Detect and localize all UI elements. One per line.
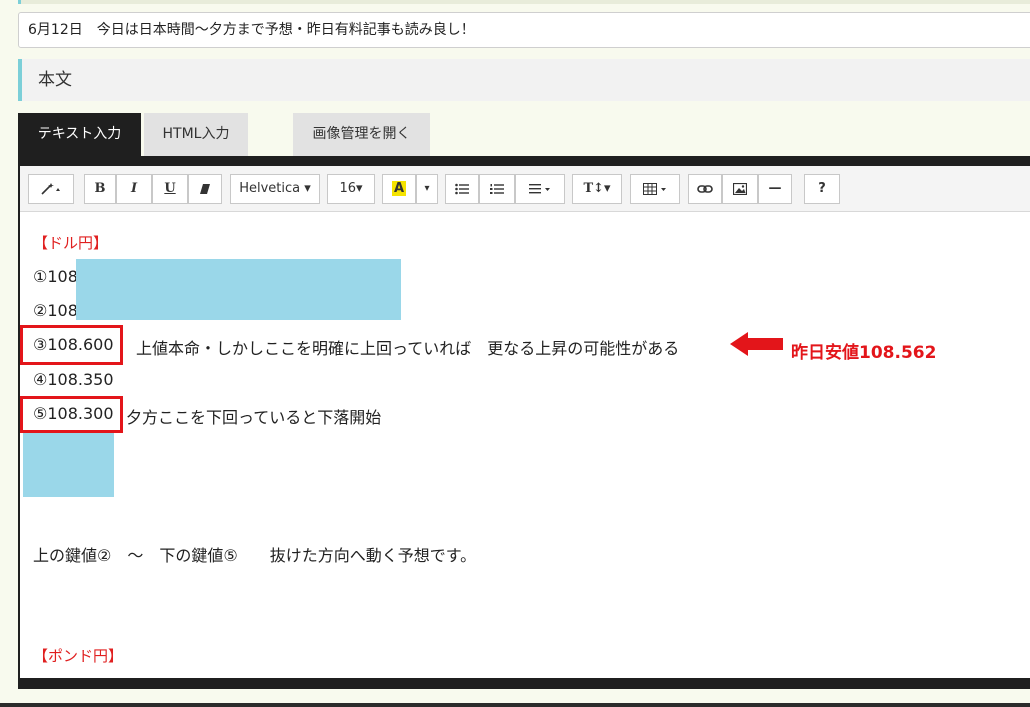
article-title-input[interactable]: 6月12日 今日は日本時間～夕方まで予想・昨日有料記事も読み良し！ — [18, 12, 1030, 48]
red-arrow-icon — [730, 332, 783, 356]
bold-button[interactable]: B — [84, 174, 116, 204]
tab-text-input[interactable]: テキスト入力 — [18, 113, 141, 156]
picture-icon — [732, 182, 748, 195]
horizontal-rule-button[interactable]: — — [758, 174, 792, 204]
text-color-dropdown[interactable]: ▾ — [416, 174, 438, 204]
table-icon — [643, 182, 666, 195]
gbp-jpy-label: 【ポンド円】 — [33, 647, 124, 665]
open-image-manager-button[interactable]: 画像管理を開く — [293, 113, 430, 156]
magic-style-button[interactable] — [28, 174, 74, 204]
text-color-letter: A — [391, 181, 407, 196]
magic-wand-icon — [41, 182, 60, 195]
align-dropdown-button[interactable] — [515, 174, 565, 204]
align-icon — [529, 183, 550, 193]
summary-line: 上の鍵値② ～ 下の鍵値⑤ 抜けた方向へ動く予想です。 — [33, 546, 477, 565]
line-height-dropdown[interactable]: T↕▾ — [572, 174, 622, 204]
clear-format-button[interactable] — [188, 174, 222, 204]
key-value-4: ④108.350 — [33, 370, 114, 389]
section-header-label: 本文 — [38, 70, 72, 90]
font-family-select[interactable]: Helvetica ▾ — [230, 174, 320, 204]
editor-toolbar: B I U Helvetica ▾ 16▾ A ▾ T↕▾ — ? — [20, 166, 1030, 212]
key-value-2: ②108 — [33, 301, 78, 320]
table-dropdown-button[interactable] — [630, 174, 680, 204]
text-color-button[interactable]: A — [382, 174, 416, 204]
key-value-1: ①108 — [33, 267, 78, 286]
bottom-bar — [0, 703, 1030, 707]
unordered-list-button[interactable] — [445, 174, 479, 204]
key-value-3-note: 上値本命・しかしここを明確に上回っていれば 更なる上昇の可能性がある — [136, 339, 680, 358]
top-accent-bar — [18, 0, 1030, 4]
italic-button[interactable]: I — [116, 174, 152, 204]
link-icon — [697, 184, 713, 193]
ordered-list-icon — [490, 183, 504, 194]
tab-html-input[interactable]: HTML入力 — [144, 113, 248, 156]
annotation-yesterday-low: 昨日安値108.562 — [791, 343, 937, 363]
font-size-select[interactable]: 16▾ — [327, 174, 375, 204]
highlight-box-value-5 — [20, 396, 123, 433]
underline-button[interactable]: U — [152, 174, 188, 204]
section-header-body: 本文 — [18, 59, 1030, 101]
eraser-icon — [200, 183, 210, 194]
key-value-5-note: 夕方ここを下回っていると下落開始 — [126, 408, 382, 427]
highlight-box-value-3 — [20, 325, 123, 365]
redacted-block-values — [76, 259, 401, 320]
usd-jpy-label: 【ドル円】 — [33, 234, 109, 252]
insert-picture-button[interactable] — [722, 174, 758, 204]
ordered-list-button[interactable] — [479, 174, 515, 204]
help-button[interactable]: ? — [804, 174, 840, 204]
insert-link-button[interactable] — [688, 174, 722, 204]
redacted-block-small — [23, 433, 114, 497]
unordered-list-icon — [455, 183, 469, 194]
